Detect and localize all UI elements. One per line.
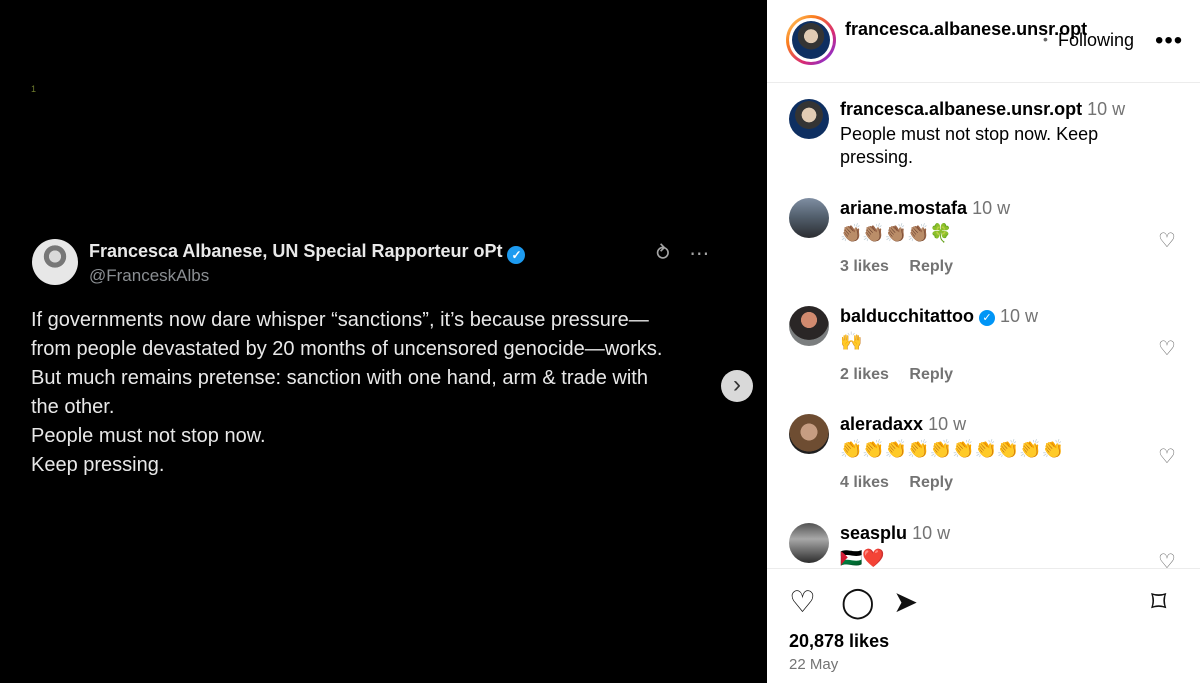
comment-username[interactable]: ariane.mostafa: [840, 198, 967, 218]
comment-heart-icon[interactable]: ♡: [1158, 444, 1176, 469]
comment-username[interactable]: francesca.albanese.unsr.opt: [840, 99, 1082, 119]
comment-time: 10 w: [928, 414, 967, 434]
comment-username[interactable]: aleradaxx: [840, 414, 923, 434]
reply-button[interactable]: Reply: [909, 258, 953, 275]
bookmark-icon[interactable]: ⌑: [1151, 585, 1166, 620]
tweet-line: Keep pressing.: [31, 454, 165, 476]
following-button[interactable]: Following: [1058, 30, 1134, 51]
comment-meta: 2 likes Reply: [840, 366, 969, 384]
avatar[interactable]: [789, 198, 829, 238]
comment-likes[interactable]: 3 likes: [840, 258, 889, 275]
tweet-line: If governments now dare whisper “sanctio…: [31, 309, 649, 331]
comment-text: 👏🏽👏🏽👏🏽👏🏽🍀: [840, 223, 953, 243]
likes-count[interactable]: 20,878 likes: [789, 631, 889, 652]
tweet-line: But much remains pretense: sanction with…: [31, 367, 648, 389]
tweet-line: People must not stop now.: [31, 425, 266, 447]
chevron-right-icon: ›: [733, 371, 741, 398]
post-media: 1 Francesca Albanese, UN Special Rapport…: [0, 0, 767, 683]
heart-icon[interactable]: ♡: [789, 585, 816, 620]
comment-username[interactable]: balducchitattoo: [840, 306, 974, 326]
separator-dot: •: [1043, 31, 1048, 47]
tweet-text: If governments now dare whisper “sanctio…: [31, 306, 721, 480]
comment-heart-icon[interactable]: ♡: [1158, 336, 1176, 361]
comment-header: francesca.albanese.unsr.opt 10 w: [840, 99, 1125, 120]
tweet-author-name: Francesca Albanese, UN Special Rapporteu…: [89, 241, 526, 264]
reply-button[interactable]: Reply: [909, 366, 953, 383]
comment-icon[interactable]: ◯: [841, 585, 875, 620]
post-side-panel: francesca.albanese.unsr.opt • Following …: [767, 0, 1200, 683]
comment-text: People must not stop now. Keep pressing.: [840, 124, 1099, 167]
avatar[interactable]: [789, 414, 829, 454]
post-date: 22 May: [789, 656, 839, 673]
avatar[interactable]: [789, 306, 829, 346]
comment-username[interactable]: seasplu: [840, 523, 907, 543]
comment-time: 10 w: [1000, 306, 1039, 326]
tweet-author-text: Francesca Albanese, UN Special Rapporteu…: [89, 241, 503, 261]
tweet-avatar: [32, 239, 78, 285]
post-viewer: 1 Francesca Albanese, UN Special Rapport…: [0, 0, 1200, 683]
verified-badge-icon: ✓: [507, 246, 526, 264]
avatar[interactable]: [789, 99, 829, 139]
next-media-button[interactable]: ›: [721, 370, 753, 402]
header-username[interactable]: francesca.albanese.unsr.opt: [845, 18, 1087, 41]
avatar[interactable]: [789, 523, 829, 563]
comment-text: 👏👏👏👏👏👏👏👏👏👏: [840, 439, 1065, 459]
share-icon[interactable]: ➤: [893, 585, 918, 620]
comment-time: 10 w: [972, 198, 1011, 218]
comment-text: 🇵🇸❤️: [840, 548, 885, 568]
more-options-icon[interactable]: •••: [1155, 27, 1183, 55]
tweet-handle: @FranceskAlbs: [89, 266, 210, 285]
ellipsis-icon: ⋯: [689, 243, 710, 265]
comment-text: 🙌: [840, 331, 863, 351]
comment-time: 10 w: [912, 523, 951, 543]
comment-likes[interactable]: 2 likes: [840, 366, 889, 383]
tweet-line: from people devastated by 20 months of u…: [31, 338, 663, 360]
comment-meta: 3 likes Reply: [840, 258, 969, 276]
post-header: francesca.albanese.unsr.opt • Following …: [767, 0, 1200, 83]
comment-heart-icon[interactable]: ♡: [1158, 549, 1176, 568]
comment-meta: 4 likes Reply: [840, 474, 969, 492]
recycle-icon: ⥁: [656, 243, 670, 265]
tweet-mark: 1: [31, 84, 37, 94]
comment-time: 10 w: [1087, 99, 1126, 119]
comment-header: aleradaxx 10 w: [840, 414, 966, 435]
comment-likes[interactable]: 4 likes: [840, 474, 889, 491]
post-actions: ♡ ◯ ➤ ⌑: [767, 585, 1200, 619]
comments-list[interactable]: francesca.albanese.unsr.opt 10 w People …: [767, 83, 1200, 568]
profile-avatar[interactable]: [792, 21, 830, 59]
comment-heart-icon[interactable]: ♡: [1158, 228, 1176, 253]
verified-badge-icon: ✓: [979, 310, 996, 326]
comment-header: balducchitattoo ✓ 10 w: [840, 306, 1038, 327]
tweet-actions: ⥁ ⋯: [656, 241, 723, 266]
reply-button[interactable]: Reply: [909, 474, 953, 491]
divider: [767, 568, 1200, 569]
comment-header: ariane.mostafa 10 w: [840, 198, 1010, 219]
comment-header: seasplu 10 w: [840, 523, 950, 544]
tweet-line: the other.: [31, 396, 115, 418]
